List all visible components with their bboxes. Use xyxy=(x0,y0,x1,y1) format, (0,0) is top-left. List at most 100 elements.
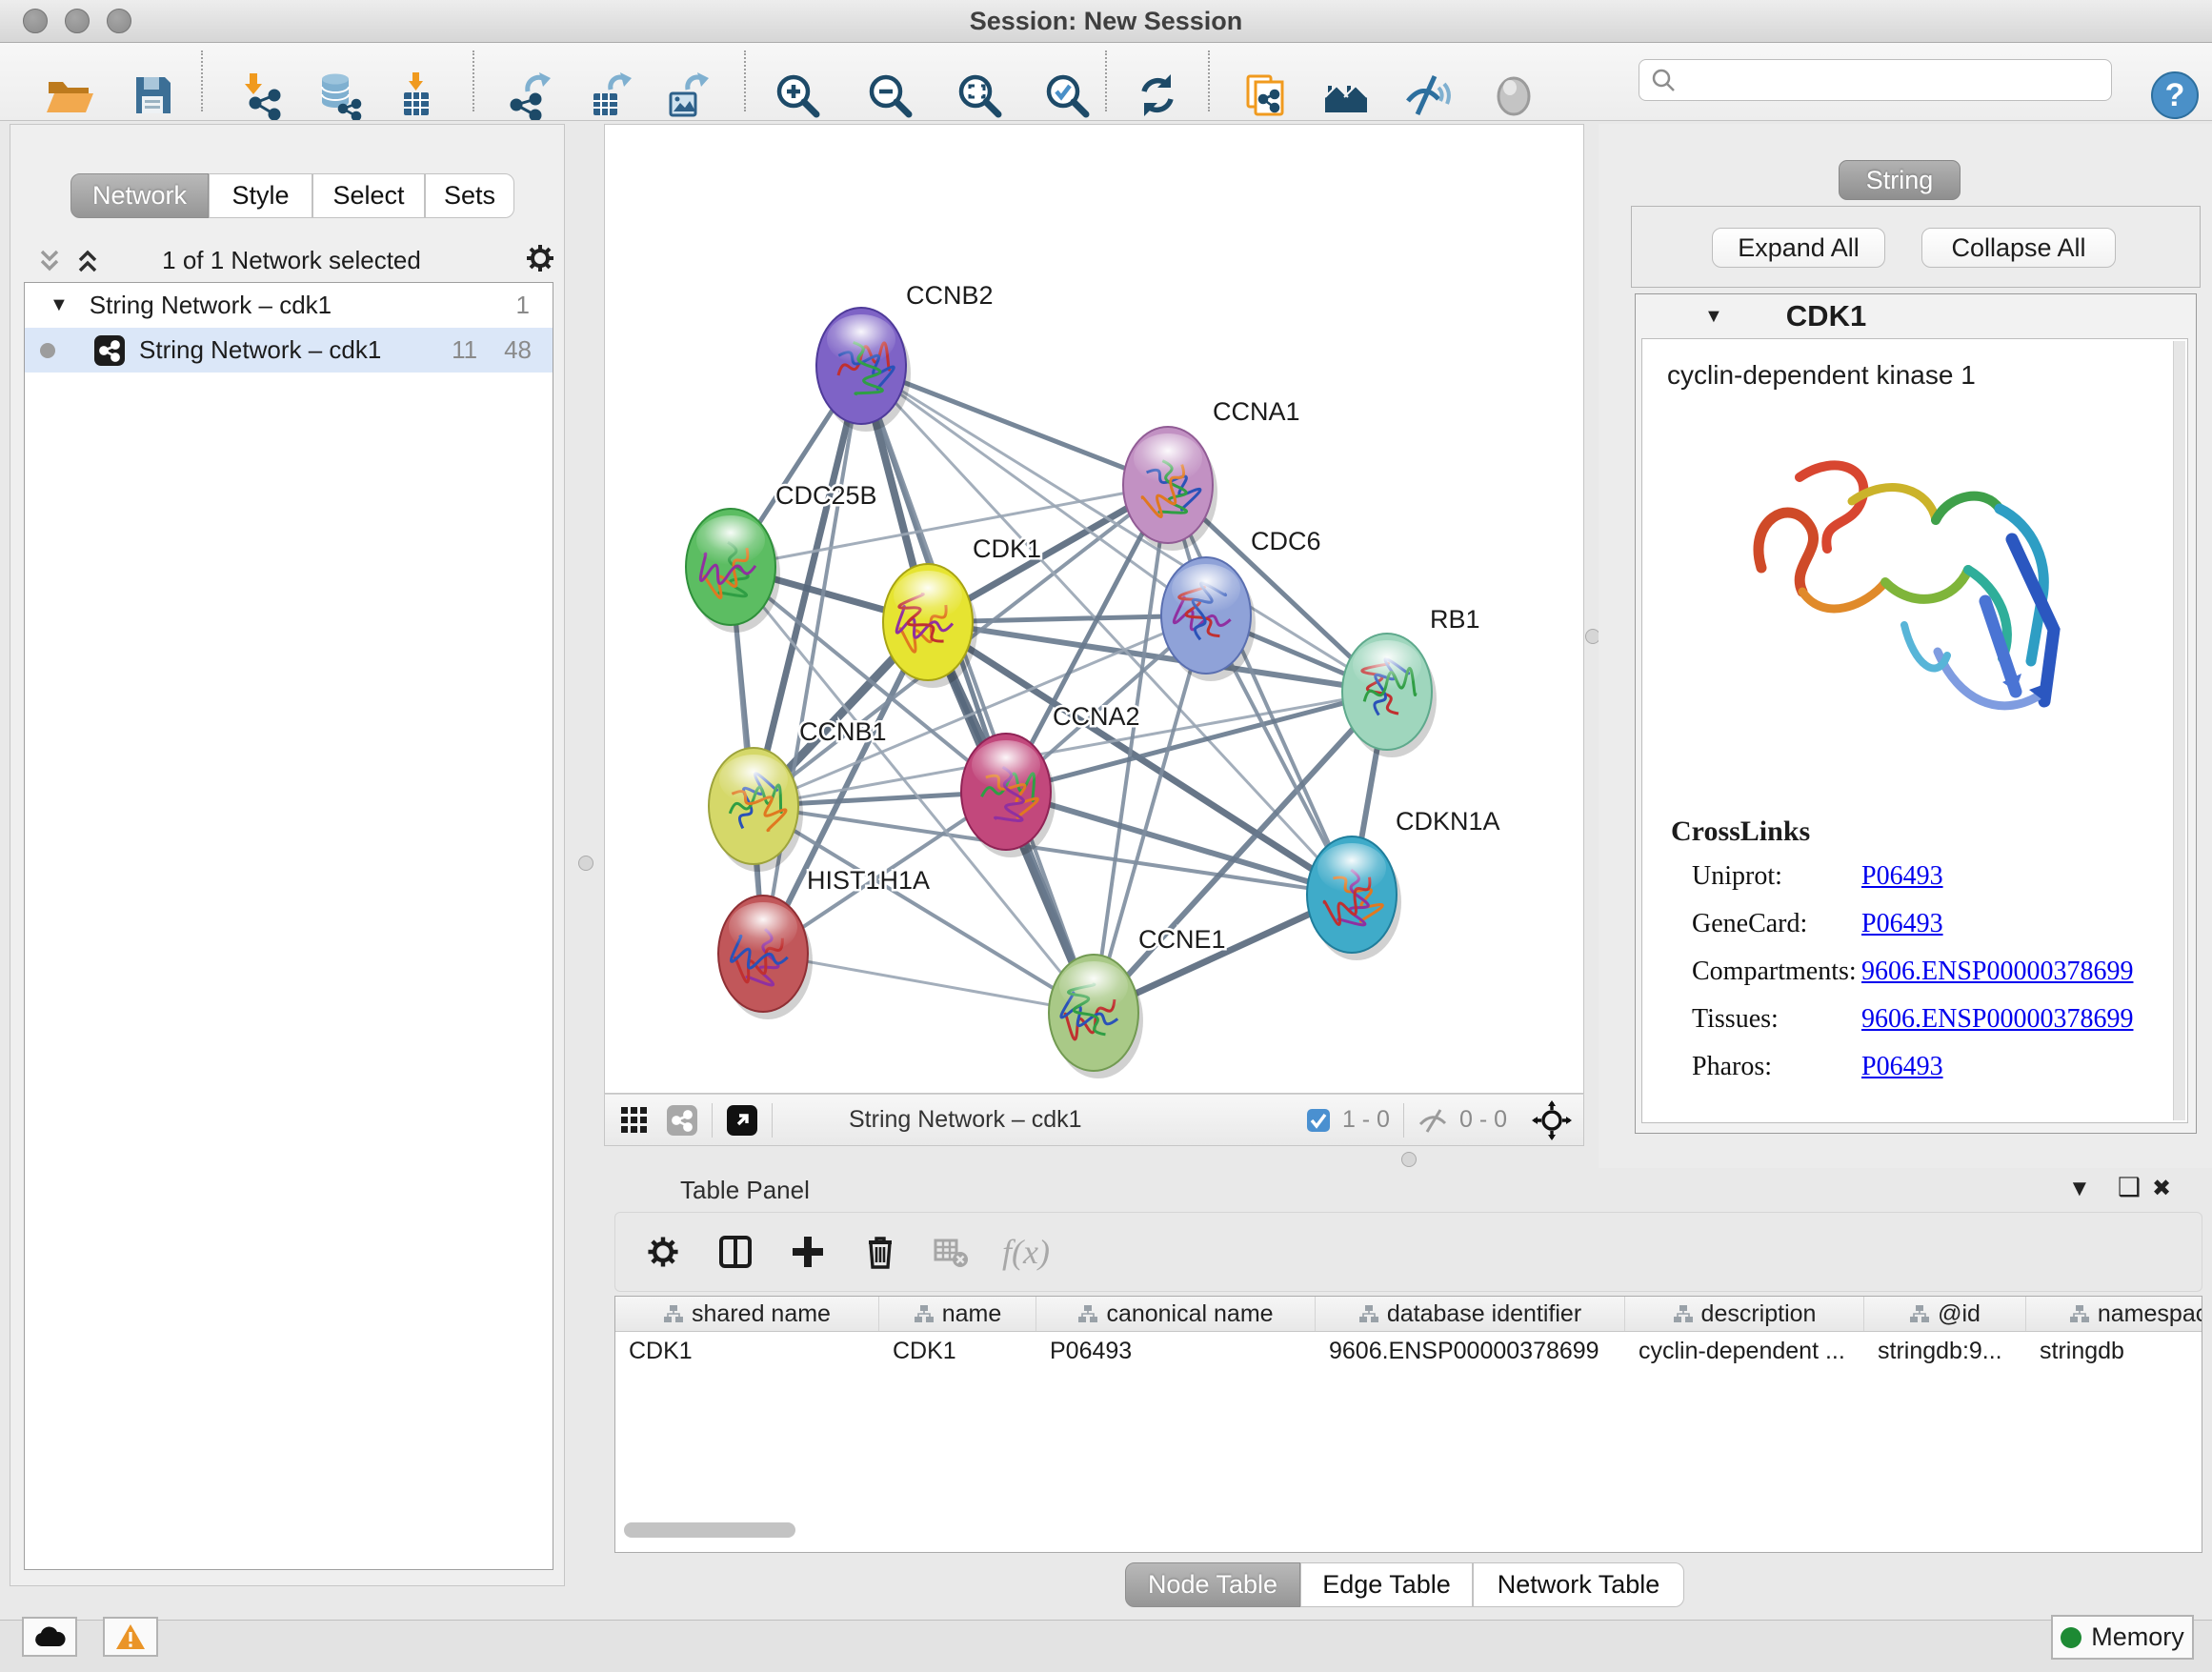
hidden-eye-icon[interactable] xyxy=(1418,1108,1448,1133)
gene-description: cyclin-dependent kinase 1 xyxy=(1667,360,2187,391)
tab-string[interactable]: String xyxy=(1839,160,1961,200)
add-column-icon[interactable] xyxy=(789,1233,827,1271)
column-header-namespace[interactable]: namespace xyxy=(2026,1297,2202,1331)
protein-structure-image xyxy=(1709,406,2109,787)
network-view-panel[interactable]: CCNB2CCNA1CDC25BCDK1CDC6RB1CCNB1CCNA2CDK… xyxy=(604,124,1584,1094)
table-cell[interactable]: P06493 xyxy=(1036,1332,1316,1370)
results-scrollbar[interactable] xyxy=(2173,341,2185,1120)
column-header-shared-name[interactable]: shared name xyxy=(615,1297,879,1331)
delete-table-icon[interactable] xyxy=(932,1233,970,1271)
open-session-button[interactable] xyxy=(44,71,93,120)
network-view-mode-icon[interactable] xyxy=(666,1104,698,1137)
network-node-CCNE1[interactable]: CCNE1 xyxy=(1049,925,1226,1078)
crosslink-link[interactable]: P06493 xyxy=(1861,909,1943,939)
column-header--id[interactable]: @id xyxy=(1864,1297,2026,1331)
home-button[interactable] xyxy=(1321,71,1371,120)
tab-sets[interactable]: Sets xyxy=(425,173,514,218)
tab-edge-table[interactable]: Edge Table xyxy=(1300,1562,1473,1607)
export-image-button[interactable] xyxy=(663,71,713,120)
grid-view-icon[interactable] xyxy=(620,1106,649,1135)
table-panel-close-button[interactable]: ✖ xyxy=(2152,1175,2173,1202)
birdseye-view-icon[interactable] xyxy=(726,1104,758,1137)
selected-checkbox-icon[interactable] xyxy=(1306,1108,1331,1133)
import-database-button[interactable] xyxy=(314,71,364,120)
save-session-button[interactable] xyxy=(128,71,177,120)
expand-all-button[interactable]: Expand All xyxy=(1712,228,1885,268)
table-row[interactable]: CDK1CDK1P064939606.ENSP00000378699cyclin… xyxy=(615,1332,2202,1370)
import-table-button[interactable] xyxy=(392,71,441,120)
zoom-selected-icon xyxy=(1042,71,1092,120)
table-cell[interactable]: 9606.ENSP00000378699 xyxy=(1316,1332,1625,1370)
table-cell[interactable]: cyclin-dependent ... xyxy=(1625,1332,1864,1370)
network-collection-row[interactable]: ▼ String Network – cdk1 1 xyxy=(25,283,553,328)
column-header-name[interactable]: name xyxy=(879,1297,1036,1331)
open-folder-icon xyxy=(49,82,89,93)
network-canvas[interactable]: CCNB2CCNA1CDC25BCDK1CDC6RB1CCNB1CCNA2CDK… xyxy=(605,125,1583,1093)
table-cell[interactable]: CDK1 xyxy=(615,1332,879,1370)
node-label-CCNA2: CCNA2 xyxy=(1053,702,1140,731)
gene-disclosure-triangle[interactable]: ▼ xyxy=(1704,306,1723,328)
help-button[interactable]: ? xyxy=(2150,71,2200,120)
table-panel-maximize-button[interactable]: ❑ xyxy=(2118,1173,2142,1202)
tab-network[interactable]: Network xyxy=(70,173,209,218)
memory-button[interactable]: Memory xyxy=(2051,1615,2194,1660)
expand-all-networks-button[interactable] xyxy=(73,247,102,280)
network-row[interactable]: String Network – cdk1 11 48 xyxy=(25,328,553,373)
collection-disclosure-triangle[interactable]: ▼ xyxy=(50,294,69,316)
network-node-HIST1H1A[interactable]: HIST1H1A xyxy=(718,866,930,1019)
network-node-CDKN1A[interactable]: CDKN1A xyxy=(1307,807,1500,960)
table-toolbar: f(x) xyxy=(614,1212,2202,1292)
cloud-status-button[interactable] xyxy=(22,1617,77,1657)
column-header-canonical-name[interactable]: canonical name xyxy=(1036,1297,1316,1331)
refresh-layout-button[interactable] xyxy=(1133,71,1182,120)
zoom-fit-button[interactable] xyxy=(955,71,1004,120)
search-field[interactable] xyxy=(1639,59,2112,101)
warning-status-button[interactable] xyxy=(103,1617,158,1657)
table-options-gear-icon[interactable] xyxy=(644,1233,682,1271)
table-panel-float-button[interactable]: ▼ xyxy=(2068,1176,2093,1202)
show-hide-graphics-button[interactable] xyxy=(1402,71,1452,120)
zoom-in-button[interactable] xyxy=(773,71,822,120)
show-columns-icon[interactable] xyxy=(716,1233,754,1271)
tab-style[interactable]: Style xyxy=(209,173,312,218)
zoom-selected-button[interactable] xyxy=(1042,71,1092,120)
import-network-button[interactable] xyxy=(238,71,288,120)
table-horizontal-scrollbar[interactable] xyxy=(624,1522,2186,1538)
table-cell[interactable]: stringdb:9... xyxy=(1864,1332,2026,1370)
network-from-document-button[interactable] xyxy=(1240,71,1290,120)
collapse-all-button[interactable]: Collapse All xyxy=(1921,228,2116,268)
table-cell[interactable]: CDK1 xyxy=(879,1332,1036,1370)
tab-select[interactable]: Select xyxy=(312,173,425,218)
crosslink-link[interactable]: P06493 xyxy=(1861,861,1943,892)
network-edge-CCNA2-CDKN1A[interactable] xyxy=(1006,792,1352,895)
tab-node-table[interactable]: Node Table xyxy=(1125,1562,1300,1607)
presentation-mode-button[interactable] xyxy=(1489,71,1538,120)
network-node-CDK1[interactable]: CDK1 xyxy=(883,534,1041,688)
network-status-dot xyxy=(40,343,55,358)
function-builder-icon[interactable]: f(x) xyxy=(1002,1232,1050,1272)
crosslink-link[interactable]: 9606.ENSP00000378699 xyxy=(1861,1004,2133,1035)
control-network-divider-handle[interactable] xyxy=(578,856,593,871)
collapse-all-networks-button[interactable] xyxy=(35,247,64,280)
search-input[interactable] xyxy=(1683,66,2111,94)
fit-content-crosshair-icon[interactable] xyxy=(1532,1100,1572,1140)
column-header-label: database identifier xyxy=(1387,1300,1581,1328)
network-node-CCNA2[interactable]: CCNA2 xyxy=(961,702,1140,857)
network-table-divider-handle[interactable] xyxy=(1401,1152,1417,1167)
table-panel-title: Table Panel xyxy=(680,1176,810,1205)
table-cell[interactable]: stringdb xyxy=(2026,1332,2202,1370)
column-header-description[interactable]: description xyxy=(1625,1297,1864,1331)
export-table-button[interactable] xyxy=(586,71,635,120)
network-options-gear-button[interactable] xyxy=(523,241,557,280)
zoom-out-button[interactable] xyxy=(865,71,915,120)
tab-network-table[interactable]: Network Table xyxy=(1473,1562,1684,1607)
network-node-RB1[interactable]: RB1 xyxy=(1342,605,1480,757)
refresh-icon xyxy=(1133,71,1182,120)
crosslink-link[interactable]: 9606.ENSP00000378699 xyxy=(1861,957,2133,987)
scrollbar-thumb[interactable] xyxy=(624,1522,795,1538)
column-header-database-identifier[interactable]: database identifier xyxy=(1316,1297,1625,1331)
network-selection-status: 1 of 1 Network selected xyxy=(120,246,463,275)
export-network-button[interactable] xyxy=(505,71,554,120)
crosslink-link[interactable]: P06493 xyxy=(1861,1052,1943,1082)
delete-column-icon[interactable] xyxy=(861,1233,899,1271)
